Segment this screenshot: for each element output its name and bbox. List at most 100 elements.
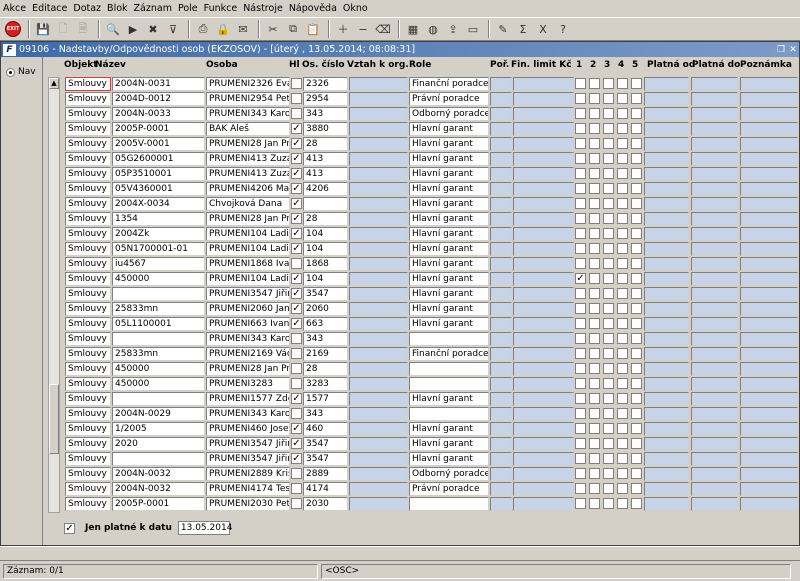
cell-role[interactable] [409, 362, 489, 376]
cell-os[interactable]: 28 [303, 212, 348, 226]
cell-role[interactable] [409, 407, 489, 421]
cell-pozn[interactable] [740, 107, 798, 121]
cell-por[interactable] [490, 422, 512, 436]
cell-por[interactable] [490, 137, 512, 151]
cell-pozn[interactable] [740, 77, 798, 91]
cell-role[interactable]: Hlavní garant [409, 197, 489, 211]
cell-role[interactable]: Právní poradce [409, 92, 489, 106]
flag-c5-checkbox[interactable] [631, 393, 642, 404]
cell-role[interactable]: Hlavní garant [409, 242, 489, 256]
flag-c2-checkbox[interactable] [589, 258, 600, 269]
flag-c4-checkbox[interactable] [617, 243, 628, 254]
cell-fin[interactable] [513, 137, 574, 151]
flag-c2-checkbox[interactable] [589, 243, 600, 254]
cell-por[interactable] [490, 302, 512, 316]
cancel-query-icon[interactable]: ✖ [144, 20, 162, 38]
cell-role[interactable]: Právní poradce [409, 482, 489, 496]
cell-fin[interactable] [513, 227, 574, 241]
cell-por[interactable] [490, 107, 512, 121]
cell-role[interactable]: Hlavní garant [409, 272, 489, 286]
flag-c5-checkbox[interactable] [631, 333, 642, 344]
exit-doc-icon[interactable]: 🗎 [74, 20, 92, 38]
cell-pod[interactable] [644, 227, 689, 241]
table-row[interactable]: Smlouvy 2005P-0001 PRUMENI2030 Petr 2030 [44, 497, 799, 512]
cell-vztah[interactable] [349, 137, 408, 151]
cell-objekt[interactable]: Smlouvy [65, 302, 111, 316]
flag-c3-checkbox[interactable] [603, 498, 614, 509]
flag-c4-checkbox[interactable] [617, 333, 628, 344]
table-row[interactable]: Smlouvy2005V-0001PRUMENI28 Jan Prof.✓28 H… [44, 137, 799, 152]
cell-fin[interactable] [513, 167, 574, 181]
flag-c1-checkbox[interactable] [575, 483, 586, 494]
cell-fin[interactable] [513, 377, 574, 391]
flag-c5-checkbox[interactable] [631, 123, 642, 134]
flag-c3-checkbox[interactable] [603, 213, 614, 224]
flag-c3-checkbox[interactable] [603, 468, 614, 479]
flag-c1-checkbox[interactable] [575, 348, 586, 359]
cell-pozn[interactable] [740, 392, 798, 406]
cell-pozn[interactable] [740, 92, 798, 106]
cell-pdo[interactable] [691, 437, 738, 451]
save-icon[interactable]: 💾 [34, 20, 52, 38]
flag-c1-checkbox[interactable]: ✓ [575, 273, 586, 284]
table-row[interactable]: Smlouvy450000PRUMENI28 Jan Prof. 28 [44, 362, 799, 377]
flag-c4-checkbox[interactable] [617, 213, 628, 224]
cell-fin[interactable] [513, 467, 574, 481]
cell-nazev[interactable]: 1354 [112, 212, 205, 226]
cell-vztah[interactable] [349, 452, 408, 466]
cell-pozn[interactable] [740, 122, 798, 136]
cell-fin[interactable] [513, 152, 574, 166]
cell-pod[interactable] [644, 362, 689, 376]
cell-fin[interactable] [513, 272, 574, 286]
flag-c1-checkbox[interactable] [575, 258, 586, 269]
main-flag-checkbox[interactable]: ✓ [291, 423, 302, 434]
main-flag-checkbox[interactable] [291, 468, 302, 479]
cell-os[interactable]: 1868 [303, 257, 348, 271]
cell-por[interactable] [490, 77, 512, 91]
cell-pod[interactable] [644, 152, 689, 166]
flag-c2-checkbox[interactable] [589, 183, 600, 194]
cell-nazev[interactable]: 2004N-0029 [112, 407, 205, 421]
cell-por[interactable] [490, 152, 512, 166]
cell-objekt[interactable]: Smlouvy [65, 422, 111, 436]
cell-pod[interactable] [644, 242, 689, 256]
flag-c1-checkbox[interactable] [575, 108, 586, 119]
main-flag-checkbox[interactable]: ✓ [291, 153, 302, 164]
flag-c1-checkbox[interactable] [575, 498, 586, 509]
delete-record-icon[interactable]: − [354, 20, 372, 38]
flag-c5-checkbox[interactable] [631, 168, 642, 179]
cell-pdo[interactable] [691, 167, 738, 181]
flag-c4-checkbox[interactable] [617, 153, 628, 164]
table-row[interactable]: Smlouvy 2004N-0032 PRUMENI4174 Test 4174 Prá… [44, 482, 799, 497]
table-row[interactable]: Smlouvy PRUMENI3547 Jiřina ✓ 3547 Hlavní gar… [44, 287, 799, 302]
flag-c5-checkbox[interactable] [631, 78, 642, 89]
cell-fin[interactable] [513, 422, 574, 436]
cell-objekt[interactable]: Smlouvy [65, 167, 111, 181]
cell-por[interactable] [490, 452, 512, 466]
flag-c4-checkbox[interactable] [617, 393, 628, 404]
cell-nazev[interactable]: 05G2600001 [112, 152, 205, 166]
main-flag-checkbox[interactable]: ✓ [291, 183, 302, 194]
cell-pod[interactable] [644, 257, 689, 271]
flag-c5-checkbox[interactable] [631, 213, 642, 224]
cell-os[interactable]: 28 [303, 362, 348, 376]
new-record-icon[interactable]: ＋ [334, 20, 352, 38]
cell-pozn[interactable] [740, 362, 798, 376]
table-row[interactable]: Smlouvy 05L1100001 PRUMENI663 Ivana ✓ 663 Hla… [44, 317, 799, 332]
restore-window-icon[interactable]: ❐ [775, 45, 787, 55]
cell-pozn[interactable] [740, 182, 798, 196]
flag-c2-checkbox[interactable] [589, 378, 600, 389]
flag-c1-checkbox[interactable] [575, 468, 586, 479]
flag-c1-checkbox[interactable] [575, 438, 586, 449]
cell-role[interactable]: Hlavní garant [409, 287, 489, 301]
cell-fin[interactable] [513, 212, 574, 226]
flag-c5-checkbox[interactable] [631, 318, 642, 329]
cell-objekt[interactable]: Smlouvy [65, 107, 111, 121]
cell-pod[interactable] [644, 377, 689, 391]
table-row[interactable]: Smlouvy25833mnPRUMENI2169 Václa 2169 Finan… [44, 347, 799, 362]
paste-icon[interactable]: 📋 [304, 20, 322, 38]
cell-pdo[interactable] [691, 392, 738, 406]
flag-c2-checkbox[interactable] [589, 213, 600, 224]
cell-role[interactable]: Odborný poradce [409, 107, 489, 121]
cell-pozn[interactable] [740, 302, 798, 316]
